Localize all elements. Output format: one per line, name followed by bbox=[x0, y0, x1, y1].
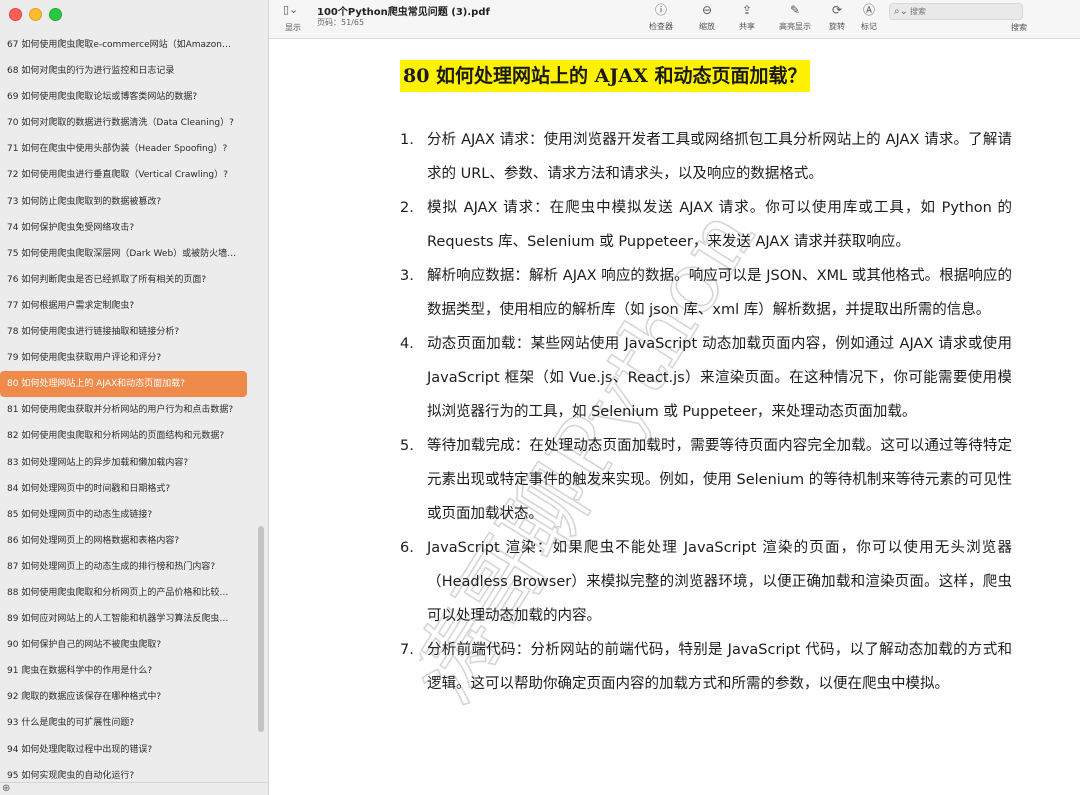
toolbar: ▯⌄ 显示 100个Python爬虫常见问题 (3).pdf 页码：51/65 … bbox=[269, 0, 1080, 39]
search-label: 搜索 bbox=[1011, 23, 1027, 32]
zoom-icon: ⊖ bbox=[701, 3, 713, 17]
list-item-number: 7. bbox=[400, 642, 414, 658]
sidebar-item[interactable]: 69 如何使用爬虫爬取论坛或博客类网站的数据? bbox=[0, 84, 254, 110]
share-icon: ⇪ bbox=[741, 3, 753, 17]
list-item-number: 1. bbox=[400, 132, 414, 148]
list-item: 2. 模拟 AJAX 请求：在爬虫中模拟发送 AJAX 请求。你可以使用库或工具，… bbox=[400, 191, 1012, 259]
sidebar-item[interactable]: 73 如何防止爬虫爬取到的数据被篡改? bbox=[0, 189, 254, 215]
sidebar-item[interactable]: 79 如何使用爬虫获取用户评论和评分? bbox=[0, 345, 254, 371]
sidebar-item[interactable]: 83 如何处理网站上的异步加载和懒加载内容? bbox=[0, 450, 254, 476]
list-item-text: 等待加载完成：在处理动态页面加载时，需要等待页面内容完全加载。这可以通过等待特定… bbox=[427, 438, 1012, 522]
search-input[interactable] bbox=[910, 4, 1016, 19]
zoom-button[interactable]: ⊖ 缩放 bbox=[699, 3, 715, 32]
sidebar-item[interactable]: 81 如何使用爬虫获取并分析网站的用户行为和点击数据? bbox=[0, 397, 254, 423]
sidebar-item[interactable]: 93 什么是爬虫的可扩展性问题? bbox=[0, 710, 254, 736]
sidebar-item[interactable]: 87 如何处理网页上的动态生成的排行榜和热门内容? bbox=[0, 554, 254, 580]
sidebar-scrollbar[interactable] bbox=[258, 526, 264, 732]
list-item: 3. 解析响应数据：解析 AJAX 响应的数据。响应可以是 JSON、XML 或其… bbox=[400, 259, 1012, 327]
window-controls bbox=[9, 8, 62, 21]
sidebar-item[interactable]: 88 如何使用爬虫爬取和分析网页上的产品价格和比较… bbox=[0, 580, 254, 606]
add-icon[interactable]: ⊕ bbox=[2, 783, 10, 795]
list-item-text: 分析 AJAX 请求：使用浏览器开发者工具或网络抓包工具分析网站上的 AJAX … bbox=[427, 132, 1012, 182]
sidebar-item[interactable]: 92 爬取的数据应该保存在哪种格式中? bbox=[0, 684, 254, 710]
search-field[interactable]: ⌕⌄ bbox=[889, 3, 1023, 20]
sidebar-toggle-label: 显示 bbox=[285, 23, 301, 32]
list-item-number: 3. bbox=[400, 268, 414, 284]
rotate-icon: ⟳ bbox=[831, 3, 843, 17]
sidebar: 67 如何使用爬虫爬取e-commerce网站（如Amazon… 68 如何对爬虫… bbox=[0, 0, 269, 795]
document-title: 100个Python爬虫常见问题 (3).pdf bbox=[317, 7, 490, 18]
sidebar-item[interactable]: 78 如何使用爬虫进行链接抽取和链接分析? bbox=[0, 319, 254, 345]
sidebar-item[interactable]: 85 如何处理网页中的动态生成链接? bbox=[0, 502, 254, 528]
sidebar-item[interactable]: 94 如何处理爬取过程中出现的错误? bbox=[0, 737, 254, 763]
list-item-number: 4. bbox=[400, 336, 414, 352]
markup-button[interactable]: Ⓐ 标记 bbox=[861, 3, 877, 32]
page-indicator: 页码：51/65 bbox=[317, 18, 365, 27]
highlight-button[interactable]: ✎ 高亮显示 bbox=[779, 3, 811, 32]
list-item: 6. JavaScript 渲染：如果爬虫不能处理 JavaScript 渲染的页… bbox=[400, 531, 1012, 633]
sidebar-item[interactable]: 84 如何处理网页中的时间戳和日期格式? bbox=[0, 476, 254, 502]
section-heading: 80 如何处理网站上的 AJAX 和动态页面加载？ bbox=[400, 60, 810, 92]
sidebar-item[interactable]: 90 如何保护自己的网站不被爬虫爬取? bbox=[0, 632, 254, 658]
close-window-button[interactable] bbox=[9, 8, 22, 21]
sidebar-item[interactable]: 67 如何使用爬虫爬取e-commerce网站（如Amazon… bbox=[0, 32, 254, 58]
list-item-number: 6. bbox=[400, 540, 414, 556]
list-item-number: 5. bbox=[400, 438, 414, 454]
sidebar-item[interactable]: 71 如何在爬虫中使用头部伪装（Header Spoofing）? bbox=[0, 136, 254, 162]
sidebar-toggle-icon[interactable]: ▯⌄ bbox=[283, 3, 298, 16]
markup-icon: Ⓐ bbox=[862, 3, 875, 17]
content-list: 1. 分析 AJAX 请求：使用浏览器开发者工具或网络抓包工具分析网站上的 AJA… bbox=[400, 123, 1012, 701]
document-view[interactable]: 涛哥聊Python 80 如何处理网站上的 AJAX 和动态页面加载？ 1. 分析… bbox=[269, 39, 1080, 795]
sidebar-item[interactable]: 75 如何使用爬虫爬取深层网（Dark Web）或被防火墙… bbox=[0, 241, 254, 267]
sidebar-item[interactable]: 70 如何对爬取的数据进行数据清洗（Data Cleaning）? bbox=[0, 110, 254, 136]
list-item: 1. 分析 AJAX 请求：使用浏览器开发者工具或网络抓包工具分析网站上的 AJA… bbox=[400, 123, 1012, 191]
list-item-text: JavaScript 渲染：如果爬虫不能处理 JavaScript 渲染的页面，… bbox=[427, 540, 1012, 624]
sidebar-item[interactable]: 76 如何判断爬虫是否已经抓取了所有相关的页面? bbox=[0, 267, 254, 293]
list-item-text: 动态页面加载：某些网站使用 JavaScript 动态加载页面内容，例如通过 A… bbox=[427, 336, 1012, 420]
list-item-text: 分析前端代码：分析网站的前端代码，特别是 JavaScript 代码，以了解动态… bbox=[427, 642, 1012, 692]
sidebar-item[interactable]: 91 爬虫在数据科学中的作用是什么? bbox=[0, 658, 254, 684]
search-icon: ⌕⌄ bbox=[894, 6, 908, 17]
rotate-button[interactable]: ⟳ 旋转 bbox=[829, 3, 845, 32]
list-item-text: 模拟 AJAX 请求：在爬虫中模拟发送 AJAX 请求。你可以使用库或工具，如 … bbox=[427, 200, 1012, 250]
sidebar-item[interactable]: 82 如何使用爬虫爬取和分析网站的页面结构和元数据? bbox=[0, 423, 254, 449]
table-of-contents: 67 如何使用爬虫爬取e-commerce网站（如Amazon… 68 如何对爬虫… bbox=[0, 32, 260, 789]
sidebar-item[interactable]: 74 如何保护爬虫免受网络攻击? bbox=[0, 215, 254, 241]
sidebar-footer: ⊕ bbox=[0, 782, 268, 795]
sidebar-item-active[interactable]: 80 如何处理网站上的 AJAX和动态页面加载? bbox=[0, 371, 247, 398]
list-item: 7. 分析前端代码：分析网站的前端代码，特别是 JavaScript 代码，以了解… bbox=[400, 633, 1012, 701]
zoom-window-button[interactable] bbox=[49, 8, 62, 21]
minimize-window-button[interactable] bbox=[29, 8, 42, 21]
inspector-button[interactable]: ⓘ 检查器 bbox=[649, 3, 673, 32]
info-icon: ⓘ bbox=[654, 3, 667, 17]
sidebar-item[interactable]: 72 如何使用爬虫进行垂直爬取（Vertical Crawling）? bbox=[0, 162, 254, 188]
sidebar-item[interactable]: 89 如何应对网站上的人工智能和机器学习算法反爬虫… bbox=[0, 606, 254, 632]
sidebar-item[interactable]: 86 如何处理网页上的网格数据和表格内容? bbox=[0, 528, 254, 554]
list-item-text: 解析响应数据：解析 AJAX 响应的数据。响应可以是 JSON、XML 或其他格… bbox=[427, 268, 1012, 318]
sidebar-item[interactable]: 68 如何对爬虫的行为进行监控和日志记录 bbox=[0, 58, 254, 84]
highlight-icon: ✎ bbox=[789, 3, 801, 17]
list-item: 5. 等待加载完成：在处理动态页面加载时，需要等待页面内容完全加载。这可以通过等待… bbox=[400, 429, 1012, 531]
list-item-number: 2. bbox=[400, 200, 414, 216]
list-item: 4. 动态页面加载：某些网站使用 JavaScript 动态加载页面内容，例如通过… bbox=[400, 327, 1012, 429]
share-button[interactable]: ⇪ 共享 bbox=[739, 3, 755, 32]
sidebar-item[interactable]: 77 如何根据用户需求定制爬虫? bbox=[0, 293, 254, 319]
